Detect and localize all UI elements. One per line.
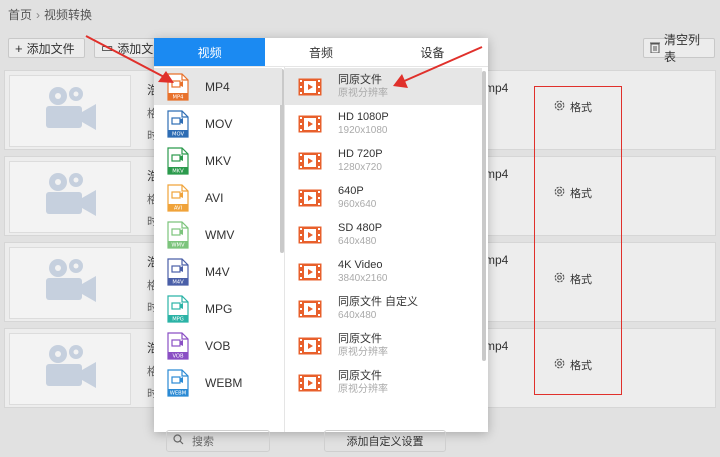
arrow-to-mp4-head (158, 71, 174, 83)
arrow-to-mp4 (85, 35, 167, 79)
annotation-arrows (85, 35, 483, 88)
arrow-to-preset (401, 46, 483, 83)
